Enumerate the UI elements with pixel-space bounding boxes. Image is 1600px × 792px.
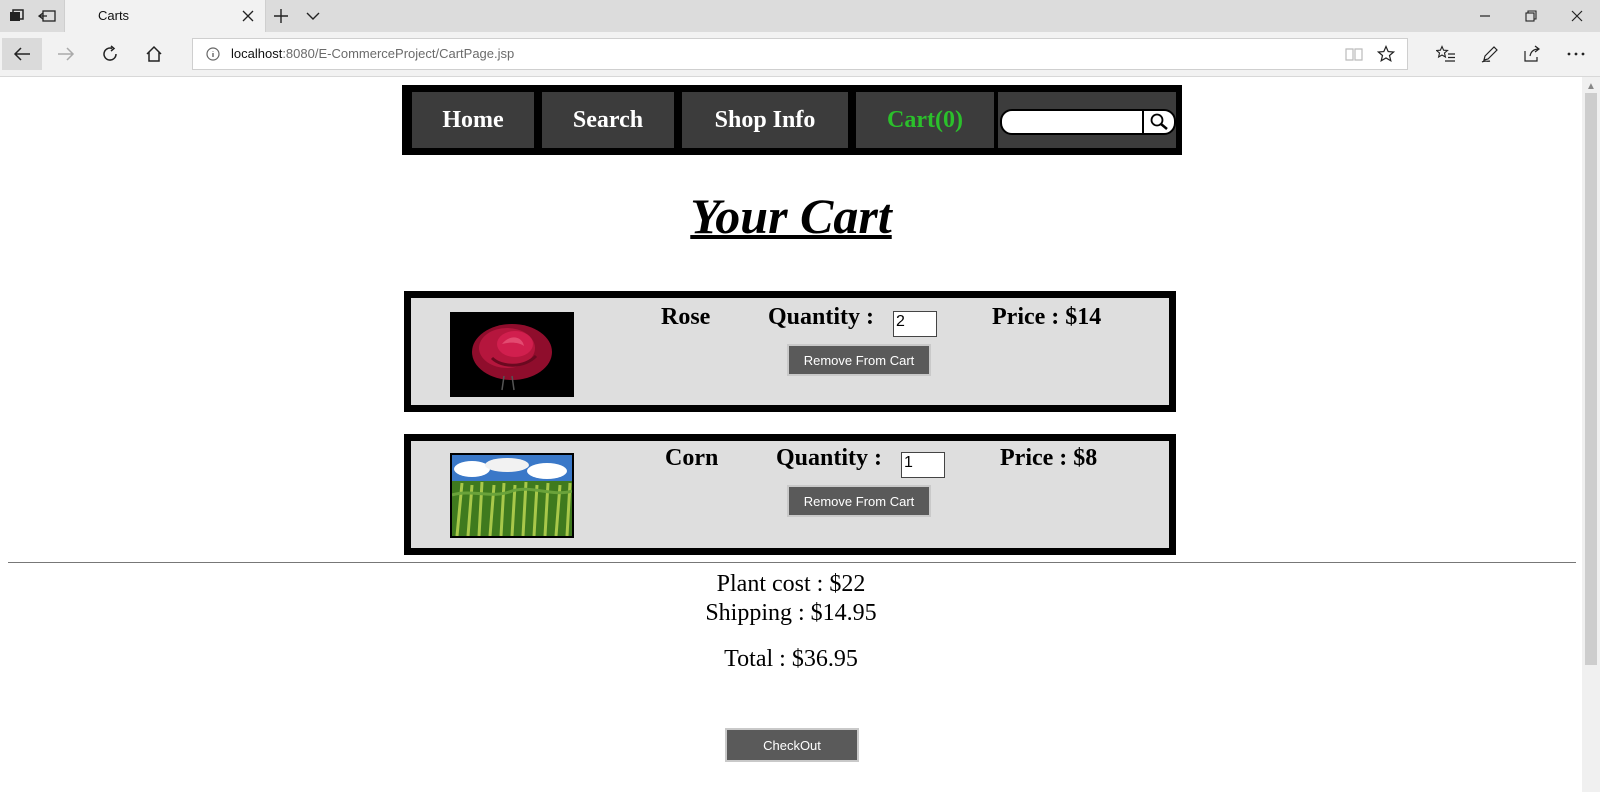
url-path: :8080/E-CommerceProject/CartPage.jsp	[282, 46, 515, 61]
more-icon[interactable]	[1558, 38, 1594, 70]
minimize-icon[interactable]	[1462, 0, 1508, 32]
remove-from-cart-button[interactable]: Remove From Cart	[787, 344, 931, 376]
page-title-wrap: Your Cart	[0, 187, 1582, 245]
url-host: localhost	[231, 46, 283, 61]
set-aside-tabs-icon[interactable]	[36, 6, 58, 26]
reading-view-icon[interactable]	[1345, 45, 1363, 63]
scrollbar-thumb[interactable]	[1585, 93, 1597, 665]
home-button[interactable]	[136, 38, 172, 70]
url-text: localhost:8080/E-CommerceProject/CartPag…	[231, 46, 514, 61]
corn-image	[450, 453, 574, 538]
address-bar[interactable]: localhost:8080/E-CommerceProject/CartPag…	[192, 38, 1408, 70]
share-icon[interactable]	[1514, 38, 1550, 70]
refresh-button[interactable]	[92, 38, 128, 70]
forward-button[interactable]	[48, 38, 84, 70]
quantity-label: Quantity :	[776, 445, 883, 471]
window-close-icon[interactable]	[1554, 0, 1600, 32]
search-input[interactable]	[1000, 109, 1144, 135]
total-cost: Total : $36.95	[724, 646, 858, 672]
menu-search-area	[998, 92, 1176, 148]
close-icon[interactable]	[239, 7, 257, 25]
item-price: Price : $14	[992, 304, 1102, 330]
shipping-cost: Shipping : $14.95	[705, 600, 877, 626]
favorites-icon[interactable]	[1428, 38, 1464, 70]
menu-search[interactable]: Search	[542, 92, 674, 148]
restore-icon[interactable]	[1508, 0, 1554, 32]
remove-from-cart-button[interactable]: Remove From Cart	[787, 485, 931, 517]
tab-actions-icon[interactable]	[6, 6, 28, 26]
quantity-label: Quantity :	[768, 304, 875, 330]
cart-item: Rose Quantity : 2 Price : $14 Remove Fro…	[404, 291, 1176, 412]
back-button[interactable]	[2, 38, 42, 70]
menu-cart[interactable]: Cart(0)	[856, 92, 994, 148]
quantity-input[interactable]: 2	[893, 311, 937, 337]
browser-tab-bar: Carts	[0, 0, 1600, 32]
star-icon[interactable]	[1377, 45, 1395, 63]
checkout-button[interactable]: CheckOut	[725, 728, 859, 762]
page-title: Your Cart	[690, 188, 892, 244]
item-name: Corn	[665, 445, 719, 471]
search-icon	[1150, 113, 1168, 130]
menu-home[interactable]: Home	[412, 92, 534, 148]
chevron-down-icon[interactable]	[302, 6, 324, 26]
new-tab-icon[interactable]	[270, 6, 292, 26]
site-menu: Home Search Shop Info Cart(0)	[402, 85, 1182, 155]
menu-shop-info[interactable]: Shop Info	[682, 92, 848, 148]
plant-cost: Plant cost : $22	[716, 571, 866, 597]
pen-icon[interactable]	[1472, 38, 1508, 70]
scrollbar[interactable]: ▲	[1582, 77, 1600, 792]
scroll-up-icon[interactable]: ▲	[1586, 81, 1596, 92]
item-name: Rose	[661, 304, 711, 330]
divider	[8, 562, 1576, 563]
item-price: Price : $8	[1000, 445, 1098, 471]
search-button[interactable]	[1142, 109, 1176, 135]
rose-image	[450, 312, 574, 397]
quantity-input[interactable]: 1	[901, 452, 945, 478]
cart-item: Corn Quantity : 1 Price : $8 Remove From…	[404, 434, 1176, 555]
info-icon[interactable]	[206, 47, 220, 66]
tab-carts[interactable]: Carts	[64, 0, 266, 32]
browser-nav-bar: localhost:8080/E-CommerceProject/CartPag…	[0, 32, 1600, 77]
tab-title: Carts	[98, 8, 130, 23]
page-viewport: Home Search Shop Info Cart(0) Your Cart	[0, 77, 1582, 792]
